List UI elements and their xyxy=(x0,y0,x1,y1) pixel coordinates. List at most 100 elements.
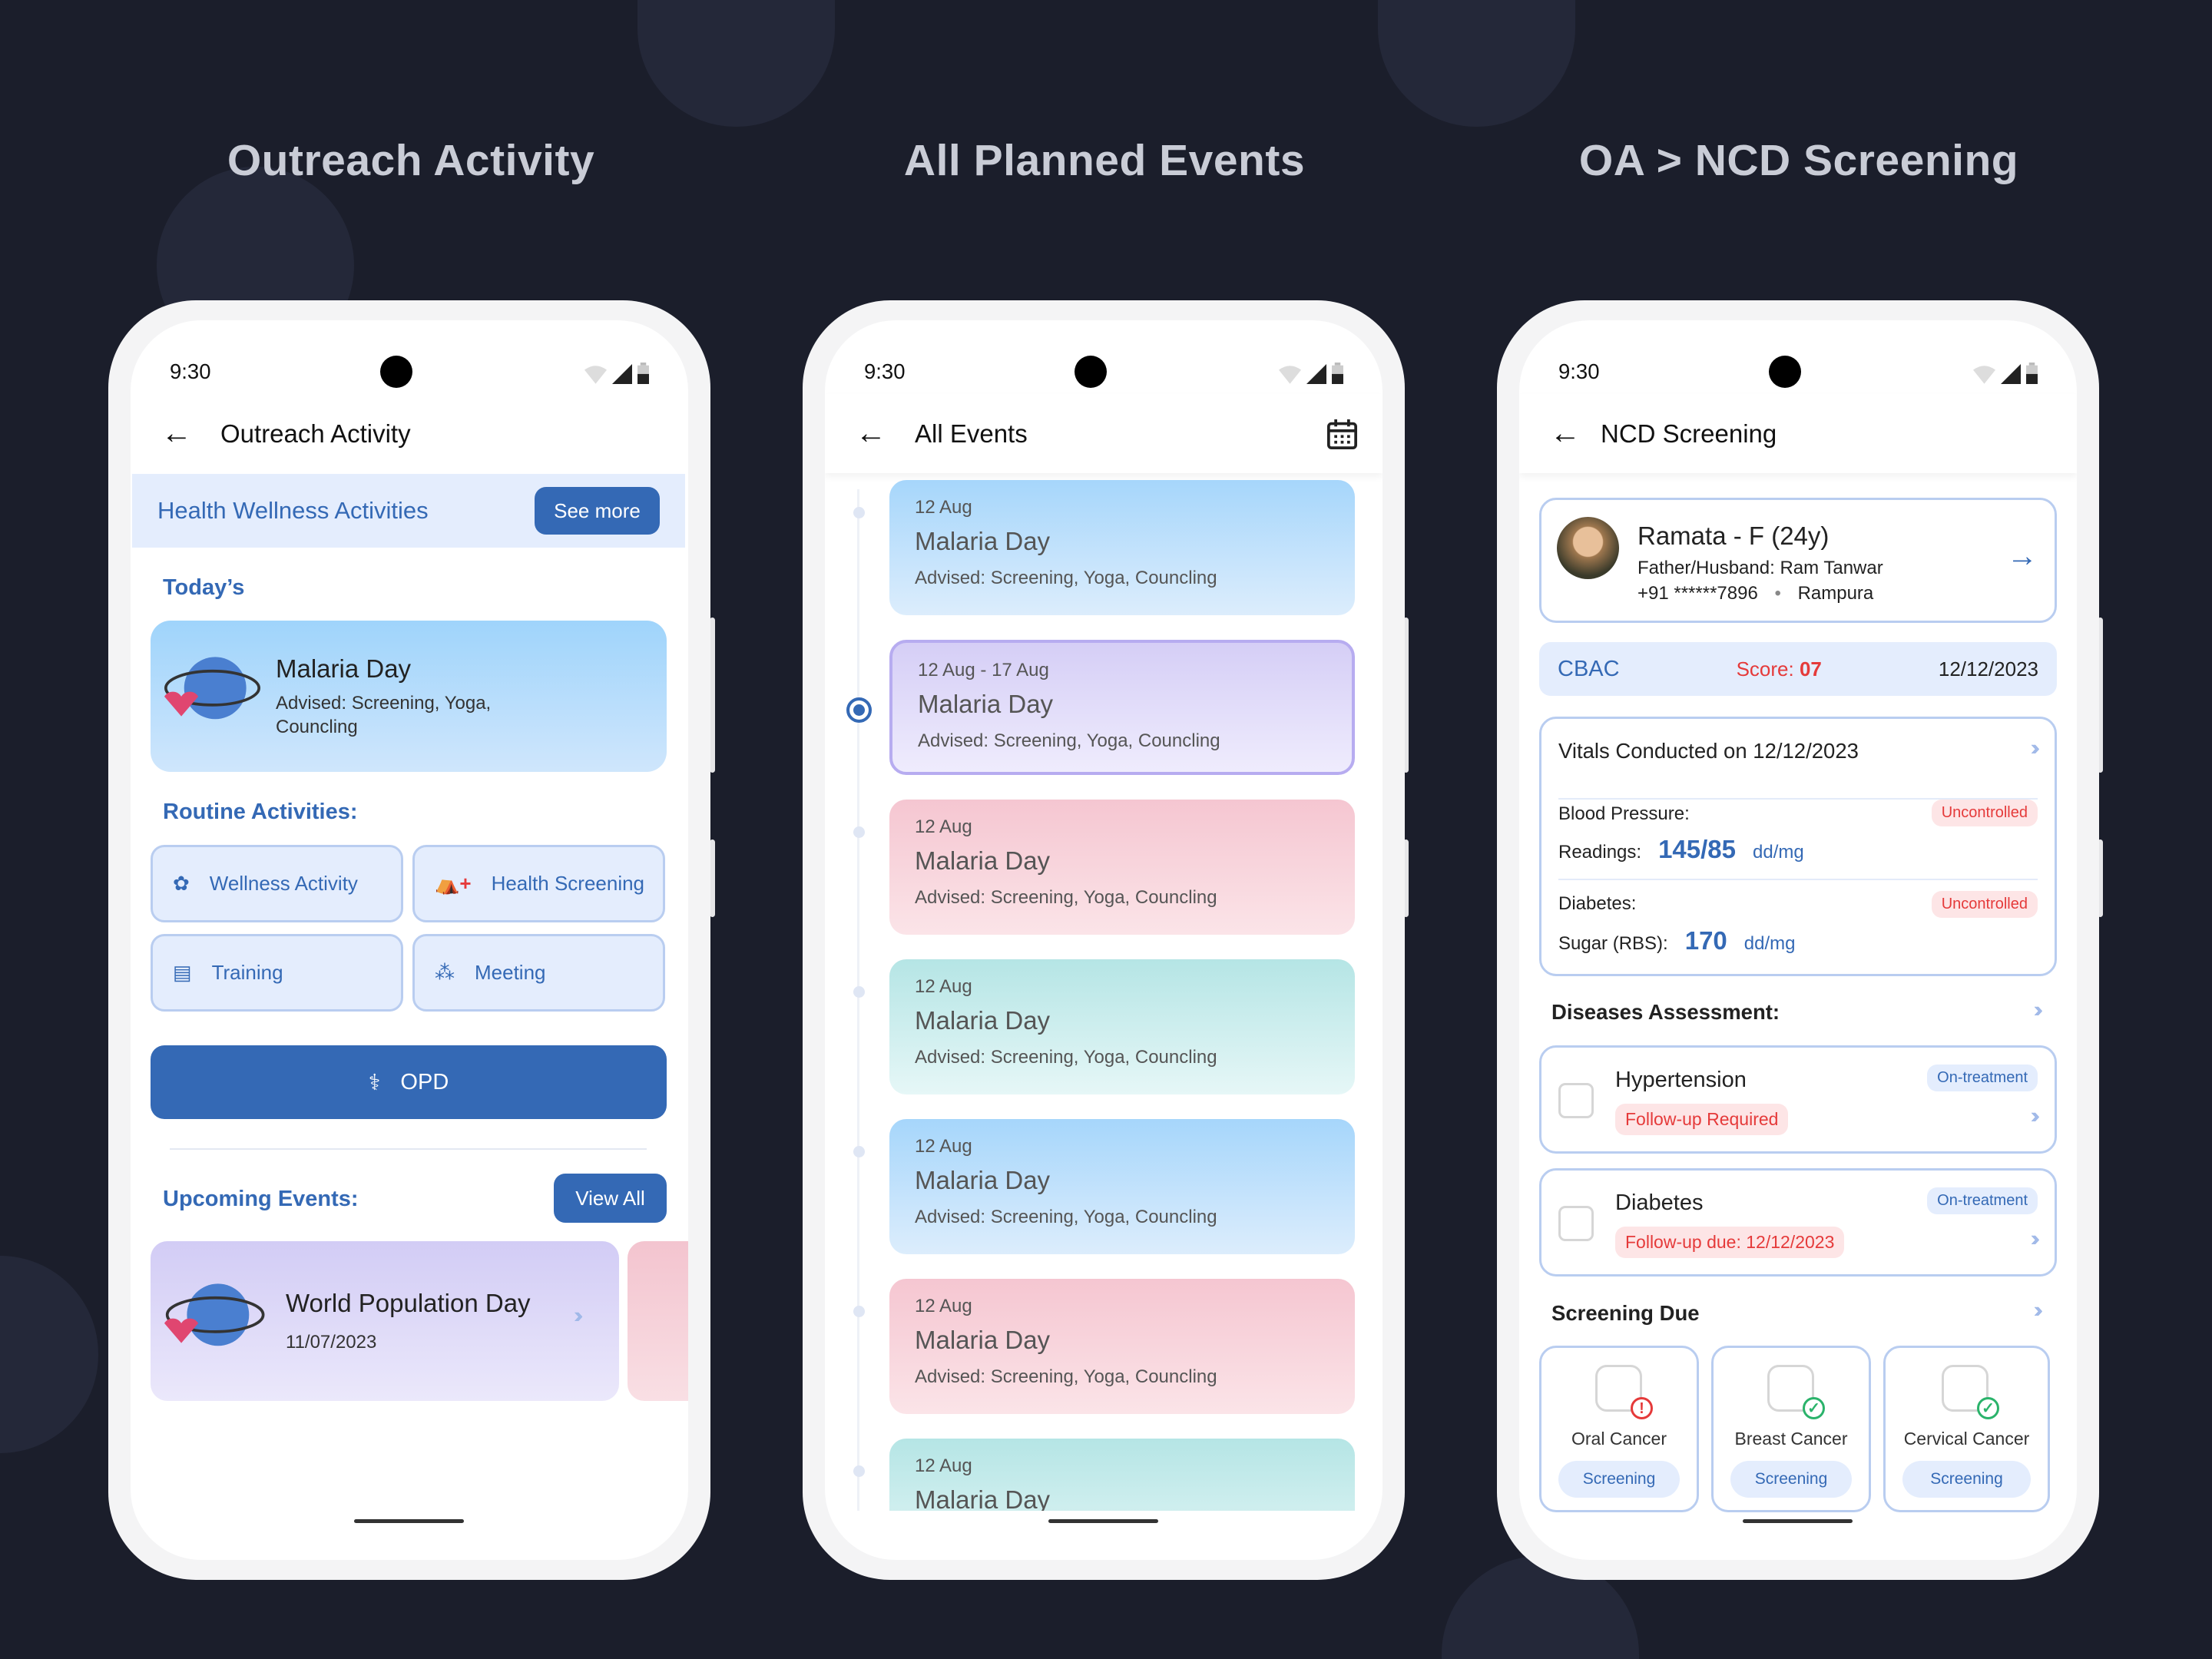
battery-icon xyxy=(2026,363,2038,384)
screening-name: Oral Cancer xyxy=(1571,1429,1667,1449)
timeline-dot xyxy=(853,826,865,838)
sugar-readings: Sugar (RBS): 170 dd/mg xyxy=(1558,926,1795,955)
event-title: World Population Day xyxy=(286,1289,531,1317)
status-time: 9:30 xyxy=(864,359,906,383)
event-card[interactable]: 12 Aug Malaria Day Advised: Screening, Yog… xyxy=(889,1279,1355,1414)
timeline-dot xyxy=(853,1306,865,1317)
today-event-card[interactable]: Malaria Day Advised: Screening, Yoga, Co… xyxy=(151,621,667,772)
screen-title: NCD Screening xyxy=(1601,419,1777,448)
guardian-name: Ram Tanwar xyxy=(1780,558,1883,578)
screening-button[interactable]: Screening xyxy=(1730,1461,1852,1498)
wifi-icon xyxy=(1279,366,1301,384)
diabetes-status-badge: Uncontrolled xyxy=(1931,891,2038,918)
calendar-icon[interactable] xyxy=(1327,419,1357,449)
cbac-bar[interactable]: CBAC Score: 07 12/12/2023 xyxy=(1539,642,2057,696)
event-date: 12 Aug xyxy=(915,497,972,518)
opd-label: OPD xyxy=(400,1069,449,1094)
disease-name: Diabetes xyxy=(1615,1190,1704,1215)
back-arrow-icon[interactable]: ← xyxy=(856,416,915,451)
arrow-right-icon[interactable]: → xyxy=(2007,539,2038,574)
list-fade xyxy=(825,1511,1382,1560)
battery-icon xyxy=(1332,363,1343,384)
signal-icon xyxy=(1306,364,1326,384)
event-date: 12 Aug - 17 Aug xyxy=(918,660,1049,680)
event-title: Malaria Day xyxy=(915,1006,1051,1035)
back-arrow-icon[interactable]: ← xyxy=(161,416,220,451)
disease-card-hypertension[interactable]: Hypertension On-treatment Follow-up Requ… xyxy=(1539,1045,2057,1154)
wifi-icon xyxy=(584,366,607,384)
score-label: Score: xyxy=(1736,657,1794,680)
camera xyxy=(1769,356,1801,388)
avatar xyxy=(1557,517,1619,579)
event-card[interactable]: 12 Aug Malaria Day Advised: Screening, Yog… xyxy=(889,480,1355,615)
event-date: 11/07/2023 xyxy=(286,1332,377,1353)
view-all-button[interactable]: View All xyxy=(554,1174,667,1223)
screening-card-cervical-cancer[interactable]: ✓ Cervical Cancer Screening xyxy=(1883,1346,2050,1512)
upcoming-event-card[interactable]: World Population Day 11/07/2023 ›› xyxy=(151,1241,619,1401)
separator-dot: • xyxy=(1774,583,1781,604)
followup-badge: Follow-up due: 12/12/2023 xyxy=(1615,1227,1845,1258)
phone-ncd: 9:30 ← NCD Screening Ramata - F (24y) Fa… xyxy=(1497,300,2099,1580)
home-indicator xyxy=(354,1519,464,1523)
globe-stethoscope-icon xyxy=(164,1283,265,1346)
event-advised: Advised: Screening, Yoga, Councling xyxy=(915,887,1217,908)
event-advised: Advised: Screening, Yoga, Councling xyxy=(915,1207,1217,1227)
disease-checkbox[interactable] xyxy=(1558,1206,1594,1241)
vitals-title: Vitals Conducted on 12/12/2023 xyxy=(1558,739,1859,763)
stethoscope-icon: ⚕ xyxy=(368,1070,381,1095)
tile-label: Wellness Activity xyxy=(209,872,358,895)
wellness-banner: Health Wellness Activities See more xyxy=(132,474,685,548)
tile-label: Training xyxy=(211,961,283,984)
disease-checkbox[interactable] xyxy=(1558,1083,1594,1118)
opd-button[interactable]: ⚕ OPD xyxy=(151,1045,667,1119)
timeline-dot xyxy=(853,986,865,998)
chevron-double-right-icon: ›› xyxy=(2030,1104,2041,1128)
event-card[interactable]: 12 Aug Malaria Day Advised: Screening, Yog… xyxy=(889,959,1355,1094)
event-title: Malaria Day xyxy=(915,846,1051,875)
routine-health-screening[interactable]: ⛺+ Health Screening xyxy=(412,845,665,922)
upcoming-event-card-partial[interactable] xyxy=(628,1241,688,1401)
event-card[interactable]: 12 Aug Malaria Day Advised: Screening, Yog… xyxy=(889,1119,1355,1254)
chevron-double-right-icon: ›› xyxy=(2030,736,2041,760)
event-card[interactable]: 12 Aug - 17 Aug Malaria Day Advised: Scree… xyxy=(889,640,1355,775)
app-header: ← Outreach Activity xyxy=(131,394,688,473)
event-advised: Advised: Screening, Yoga, Councling xyxy=(918,730,1220,751)
routine-meeting[interactable]: ⁂ Meeting xyxy=(412,934,665,1012)
section-title: Outreach Activity xyxy=(227,136,595,185)
guardian-label: Father/Husband: xyxy=(1637,558,1775,578)
screening-card-oral-cancer[interactable]: ! Oral Cancer Screening xyxy=(1539,1346,1699,1512)
screening-card-breast-cancer[interactable]: ✓ Breast Cancer Screening xyxy=(1711,1346,1871,1512)
routine-wellness-activity[interactable]: ✿ Wellness Activity xyxy=(151,845,403,922)
decor-circle xyxy=(0,1256,98,1453)
camera xyxy=(380,356,412,388)
patient-village: Rampura xyxy=(1797,583,1874,604)
back-arrow-icon[interactable]: ← xyxy=(1550,416,1601,451)
home-indicator xyxy=(1048,1519,1158,1523)
decor-circle xyxy=(1378,0,1575,127)
event-date: 12 Aug xyxy=(915,816,972,837)
routine-label: Routine Activities: xyxy=(163,800,358,824)
chevron-double-right-icon: ›› xyxy=(574,1303,584,1328)
timeline-dot xyxy=(853,1465,865,1477)
bp-readings: Readings: 145/85 dd/mg xyxy=(1558,835,1804,864)
vitals-card[interactable]: Vitals Conducted on 12/12/2023 ›› Blood … xyxy=(1539,717,2057,976)
screening-button[interactable]: Screening xyxy=(1558,1461,1680,1498)
event-card[interactable]: 12 Aug Malaria Day Advised: Screening, Yog… xyxy=(889,800,1355,935)
event-date: 12 Aug xyxy=(915,1296,972,1316)
todays-label: Today’s xyxy=(163,575,245,600)
tent-medical-icon: ⛺+ xyxy=(435,872,472,895)
followup-badge: Follow-up Required xyxy=(1615,1104,1789,1135)
phone-side-button xyxy=(710,618,715,773)
battery-icon xyxy=(637,363,649,384)
chevron-double-right-icon[interactable]: ›› xyxy=(2034,1298,2044,1323)
see-more-button[interactable]: See more xyxy=(535,487,660,535)
disease-card-diabetes[interactable]: Diabetes On-treatment Follow-up due: 12/… xyxy=(1539,1168,2057,1277)
score-value: 07 xyxy=(1799,657,1822,680)
patient-card[interactable]: Ramata - F (24y) Father/Husband: Ram Tan… xyxy=(1539,498,2057,623)
upcoming-label: Upcoming Events: xyxy=(163,1187,359,1211)
event-title: Malaria Day xyxy=(918,690,1054,718)
routine-training[interactable]: ▤ Training xyxy=(151,934,403,1012)
chevron-double-right-icon[interactable]: ›› xyxy=(2034,998,2044,1023)
training-board-icon: ▤ xyxy=(173,961,192,984)
screening-button[interactable]: Screening xyxy=(1902,1461,2031,1498)
